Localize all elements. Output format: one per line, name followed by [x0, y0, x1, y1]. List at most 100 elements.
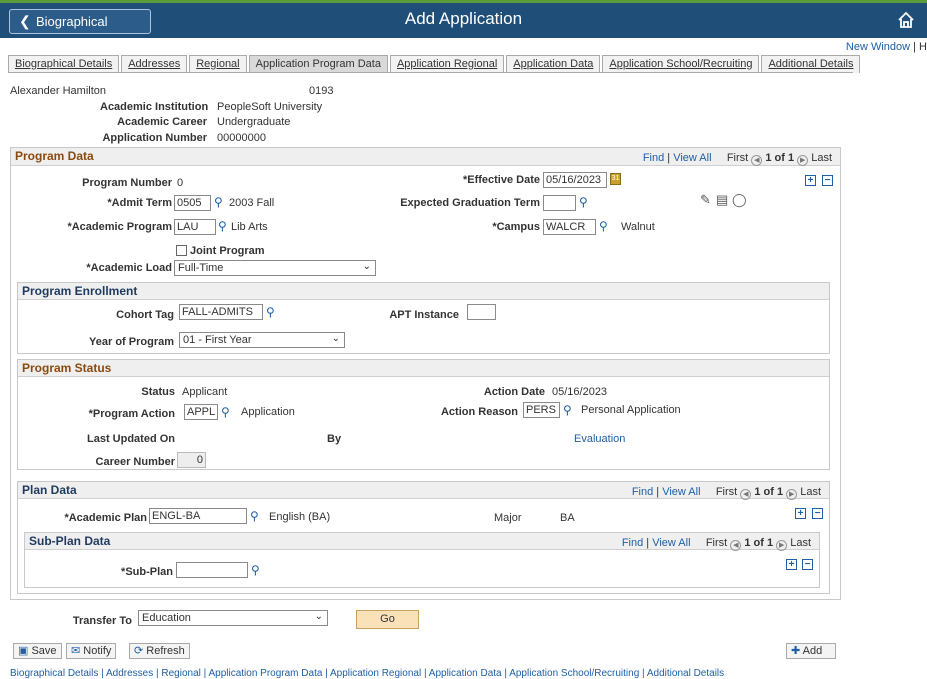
campus-label: *Campus — [492, 221, 540, 233]
sub-plan-add-row-icon[interactable]: + — [786, 559, 797, 570]
cohort-tag-lookup-icon[interactable]: ⚲ — [266, 305, 275, 319]
academic-program-lookup-icon[interactable]: ⚲ — [218, 219, 227, 233]
academic-program-input[interactable]: LAU — [174, 219, 216, 235]
sub-plan-next-icon[interactable]: ▶ — [776, 540, 788, 551]
find-link[interactable]: Find — [643, 152, 664, 164]
footer-links[interactable]: Biographical Details | Addresses | Regio… — [10, 668, 724, 679]
add-label: Add — [802, 645, 823, 657]
refresh-label: Refresh — [146, 645, 185, 657]
sub-plan-input[interactable] — [176, 562, 248, 578]
delete-row-icon[interactable]: − — [822, 175, 833, 186]
tab-application-program-data[interactable]: Application Program Data — [248, 55, 388, 73]
prev-icon[interactable]: ◀ — [751, 155, 763, 166]
view-all-link[interactable]: View All — [673, 152, 711, 164]
institution-label: Academic Institution — [100, 101, 209, 113]
notes-icon[interactable]: ✎ — [700, 192, 711, 208]
status-label: Status — [141, 386, 175, 398]
action-reason-lookup-icon[interactable]: ⚲ — [563, 403, 572, 417]
notify-icon: ✉ — [71, 645, 81, 657]
joint-program-label: Joint Program — [190, 245, 265, 257]
plan-data-title: Plan Data — [22, 483, 77, 497]
career-value: Undergraduate — [217, 116, 291, 128]
grad-term-lookup-icon[interactable]: ⚲ — [579, 195, 588, 209]
tab-application-regional[interactable]: Application Regional — [389, 55, 505, 73]
checklist-icon[interactable]: ▤ — [716, 192, 728, 208]
sub-plan-view-all-link[interactable]: View All — [652, 537, 690, 549]
academic-load-label: *Academic Load — [86, 262, 172, 274]
cohort-tag-input[interactable]: FALL-ADMITS — [179, 304, 263, 320]
tab-bar: Biographical Details Addresses Regional App… — [8, 55, 862, 73]
add-row-icon[interactable]: + — [805, 175, 816, 186]
plan-row-count: 1 of 1 — [754, 486, 784, 498]
academic-program-desc: Lib Arts — [231, 221, 268, 233]
plan-next-icon[interactable]: ▶ — [786, 489, 798, 500]
chevron-down-icon: ⌄ — [362, 261, 371, 272]
program-number-label: Program Number — [82, 177, 172, 189]
plan-prev-icon[interactable]: ◀ — [740, 489, 752, 500]
admit-term-desc: 2003 Fall — [229, 197, 275, 209]
year-of-program-select[interactable]: 01 - First Year ⌄ — [179, 332, 345, 348]
program-action-input[interactable]: APPL — [184, 404, 218, 420]
plan-delete-row-icon[interactable]: − — [812, 508, 823, 519]
sub-plan-delete-row-icon[interactable]: − — [802, 559, 813, 570]
tab-addresses[interactable]: Addresses — [121, 55, 188, 73]
row-count: 1 of 1 — [765, 152, 795, 164]
program-data-header: Program Data Find | View All First ◀ 1 o… — [11, 148, 840, 166]
save-icon: ▣ — [18, 645, 29, 657]
admit-term-lookup-icon[interactable]: ⚲ — [214, 195, 223, 209]
new-window-link[interactable]: New Window — [846, 41, 910, 53]
tab-application-school-recruiting[interactable]: Application School/Recruiting — [602, 55, 760, 73]
plan-data-header: Plan Data Find | View All First ◀ 1 of 1… — [18, 482, 829, 500]
first-label: First — [726, 152, 749, 164]
academic-plan-desc: English (BA) — [269, 511, 331, 523]
last-updated-label: Last Updated On — [86, 433, 175, 445]
tab-additional-details[interactable]: Additional Details — [761, 55, 861, 73]
tab-application-data[interactable]: Application Data — [506, 55, 601, 73]
chevron-down-icon: ⌄ — [331, 333, 340, 344]
effective-date-input[interactable]: 05/16/2023 — [543, 172, 607, 188]
save-button[interactable]: ▣ Save — [13, 643, 62, 659]
admit-term-input[interactable]: 0505 — [174, 195, 211, 211]
calendar-icon[interactable]: 31 — [610, 173, 621, 185]
go-button[interactable]: Go — [356, 610, 419, 629]
plan-add-row-icon[interactable]: + — [795, 508, 806, 519]
grad-term-input[interactable] — [543, 195, 576, 211]
add-button[interactable]: ✚ Add — [786, 643, 836, 659]
sub-plan-nav: Find | View All First ◀ 1 of 1 ▶ Last — [621, 537, 811, 551]
academic-plan-lookup-icon[interactable]: ⚲ — [250, 509, 259, 523]
next-icon[interactable]: ▶ — [797, 155, 809, 166]
academic-plan-input[interactable]: ENGL-BA — [149, 508, 247, 524]
program-action-label: *Program Action — [88, 408, 175, 420]
campus-input[interactable]: WALCR — [543, 219, 596, 235]
year-of-program-value: 01 - First Year — [183, 334, 252, 346]
sub-plan-find-link[interactable]: Find — [622, 537, 643, 549]
program-status-header: Program Status — [18, 360, 829, 377]
academic-load-select[interactable]: Full-Time ⌄ — [174, 260, 376, 276]
refresh-button[interactable]: ⟳ Refresh — [129, 643, 190, 659]
program-action-lookup-icon[interactable]: ⚲ — [221, 405, 230, 419]
grad-term-label: Expected Graduation Term — [400, 197, 540, 209]
transfer-to-select[interactable]: Education ⌄ — [138, 610, 328, 626]
plan-view-all-link[interactable]: View All — [662, 486, 700, 498]
sub-plan-section: Sub-Plan Data Find | View All First ◀ 1 … — [24, 532, 820, 588]
plan-find-link[interactable]: Find — [632, 486, 653, 498]
academic-program-label: *Academic Program — [67, 221, 172, 233]
tab-regional[interactable]: Regional — [189, 55, 247, 73]
evaluation-link[interactable]: Evaluation — [574, 433, 625, 445]
notify-button[interactable]: ✉ Notify — [66, 643, 117, 659]
apt-instance-input[interactable] — [467, 304, 496, 320]
add-icon: ✚ — [791, 645, 801, 657]
program-data-nav: Find | View All First ◀ 1 of 1 ▶ Last — [642, 152, 832, 166]
sub-plan-lookup-icon[interactable]: ⚲ — [251, 563, 260, 577]
admit-term-label: *Admit Term — [107, 197, 172, 209]
action-reason-input[interactable]: PERS — [523, 402, 560, 418]
sub-plan-prev-icon[interactable]: ◀ — [730, 540, 742, 551]
save-label: Save — [31, 645, 57, 657]
comment-icon[interactable]: ◯ — [732, 192, 747, 208]
campus-lookup-icon[interactable]: ⚲ — [599, 219, 608, 233]
tab-biographical-details[interactable]: Biographical Details — [8, 55, 120, 73]
joint-program-checkbox[interactable] — [176, 245, 187, 256]
app-number-label: Application Number — [102, 132, 207, 144]
academic-plan-label: *Academic Plan — [64, 512, 147, 524]
home-icon[interactable] — [897, 11, 915, 32]
